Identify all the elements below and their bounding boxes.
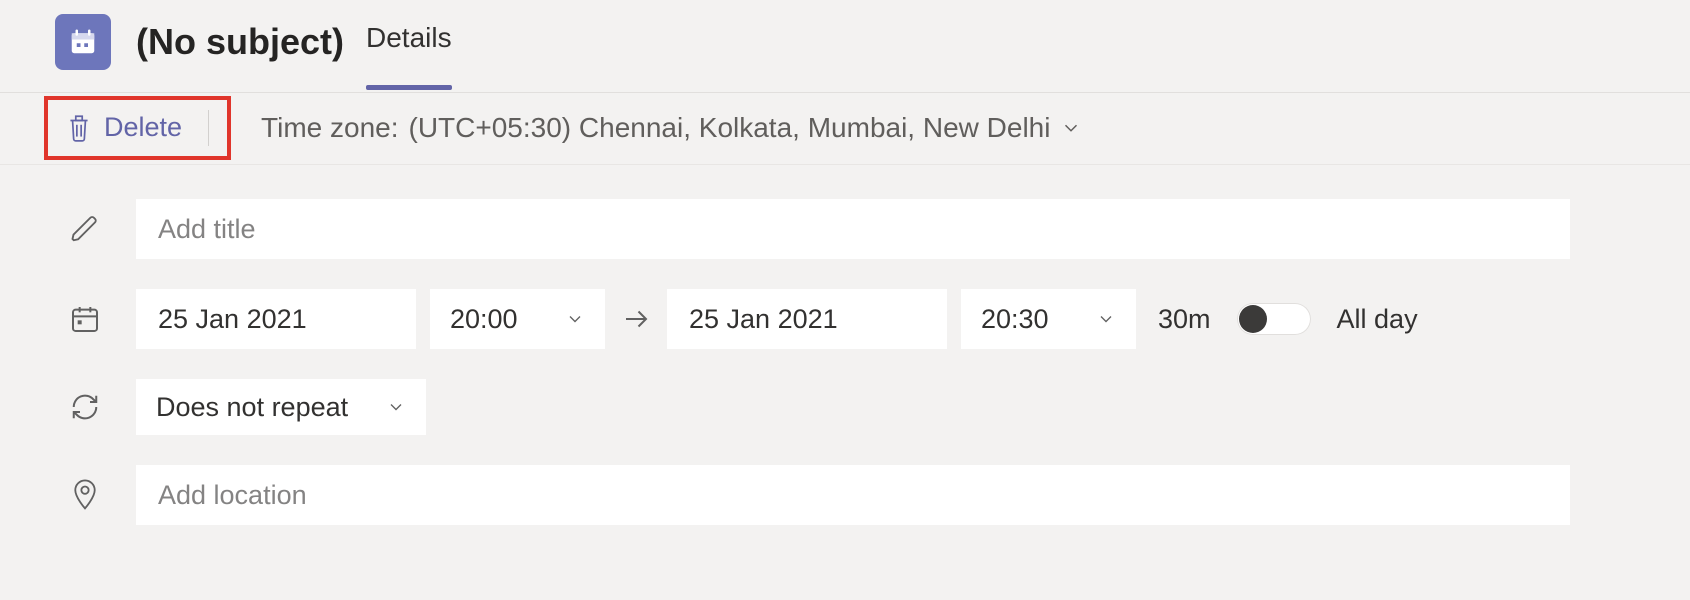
chevron-down-icon	[386, 397, 406, 417]
trash-icon	[66, 113, 92, 143]
title-input[interactable]	[136, 199, 1570, 259]
chevron-down-icon	[1060, 117, 1082, 139]
delete-highlight-box: Delete	[44, 96, 231, 160]
location-input[interactable]	[136, 465, 1570, 525]
end-date-value: 25 Jan 2021	[689, 304, 838, 335]
start-date-field[interactable]: 25 Jan 2021	[136, 289, 416, 349]
chevron-down-icon	[1096, 309, 1116, 329]
tab-details[interactable]: Details	[366, 16, 452, 68]
toolbar-divider	[208, 110, 209, 146]
header-bar: (No subject) Details	[0, 0, 1690, 93]
timezone-dropdown[interactable]: Time zone: (UTC+05:30) Chennai, Kolkata,…	[261, 112, 1082, 144]
calendar-icon	[66, 303, 104, 335]
repeat-value: Does not repeat	[156, 392, 348, 423]
title-row	[66, 199, 1570, 259]
pencil-icon	[66, 214, 104, 244]
calendar-app-icon	[55, 14, 111, 70]
location-row	[66, 465, 1570, 525]
end-date-field[interactable]: 25 Jan 2021	[667, 289, 947, 349]
start-time-value: 20:00	[450, 304, 518, 335]
all-day-label: All day	[1337, 304, 1418, 335]
end-time-value: 20:30	[981, 304, 1049, 335]
repeat-icon	[66, 392, 104, 422]
end-time-field[interactable]: 20:30	[961, 289, 1136, 349]
chevron-down-icon	[565, 309, 585, 329]
delete-button[interactable]: Delete	[66, 112, 182, 143]
repeat-dropdown[interactable]: Does not repeat	[136, 379, 426, 435]
datetime-row: 25 Jan 2021 20:00 25 Jan 2021 20:30 30m	[66, 289, 1570, 349]
toolbar: Delete Time zone: (UTC+05:30) Chennai, K…	[0, 93, 1690, 165]
duration-label: 30m	[1158, 304, 1211, 335]
toggle-knob	[1239, 305, 1267, 333]
delete-label: Delete	[104, 112, 182, 143]
timezone-value: (UTC+05:30) Chennai, Kolkata, Mumbai, Ne…	[409, 112, 1051, 144]
start-time-field[interactable]: 20:00	[430, 289, 605, 349]
page-title: (No subject)	[136, 21, 344, 63]
timezone-label: Time zone:	[261, 112, 398, 144]
location-icon	[66, 478, 104, 512]
all-day-toggle[interactable]	[1237, 303, 1311, 335]
event-form: 25 Jan 2021 20:00 25 Jan 2021 20:30 30m	[0, 165, 1690, 525]
arrow-right-icon	[619, 304, 653, 334]
start-date-value: 25 Jan 2021	[158, 304, 307, 335]
repeat-row: Does not repeat	[66, 379, 1570, 435]
